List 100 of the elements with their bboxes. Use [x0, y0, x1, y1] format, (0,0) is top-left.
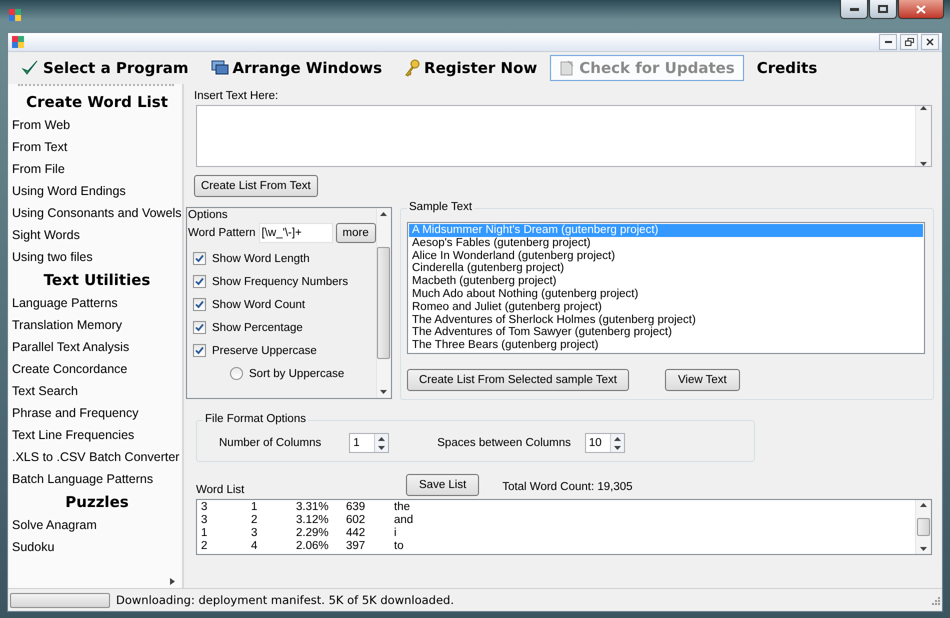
scroll-up-arrow-icon[interactable]	[614, 436, 621, 440]
app-icon	[8, 8, 22, 22]
maximize-icon	[878, 5, 888, 13]
sidebar-link[interactable]: Parallel Text Analysis	[12, 336, 182, 358]
sidebar-link[interactable]: From Text	[12, 136, 182, 158]
word-list-value: 3	[251, 527, 258, 540]
word-list-value: 3.31%	[296, 501, 330, 514]
field-label: Word Pattern	[188, 227, 256, 239]
scroll-down-arrow-icon[interactable]	[614, 446, 621, 450]
sidebar-link[interactable]: Create Concordance	[12, 358, 182, 380]
number-spinner[interactable]: 10	[584, 433, 625, 453]
sidebar-link[interactable]: Using Consonants and Vowels	[12, 202, 182, 224]
sidebar-link[interactable]: From Web	[12, 114, 182, 136]
sample-text-button[interactable]: View Text	[664, 369, 740, 391]
word-list-value: 1	[251, 501, 258, 514]
sidebar-link[interactable]: Sight Words	[12, 224, 182, 246]
sidebar-link[interactable]: Batch Language Patterns	[12, 468, 182, 490]
scroll-up-arrow-icon[interactable]	[378, 436, 386, 440]
close-button[interactable]	[921, 34, 939, 50]
checkbox[interactable]	[193, 275, 206, 288]
list-item[interactable]: The Adventures of Sherlock Holmes (gutenberg project)	[409, 314, 923, 326]
minimize-button[interactable]	[879, 34, 897, 50]
maximize-button[interactable]	[869, 0, 897, 19]
list-item[interactable]: Aesop's Fables (gutenberg project)	[409, 236, 923, 250]
list-item[interactable]: The Adventures of Tom Sawyer (gutenberg project)	[409, 326, 923, 340]
sidebar-link[interactable]: From File	[12, 158, 182, 180]
word-list-value: 4	[251, 540, 258, 553]
field-label: Spaces between Columns	[437, 437, 571, 449]
scroll-up-arrow-icon[interactable]	[920, 106, 927, 110]
word-list-value: 2.29%	[296, 527, 330, 540]
scrollbar-thumb[interactable]	[377, 247, 390, 359]
word-list-value: i	[394, 527, 398, 540]
option-label: Show Word Length	[212, 252, 310, 264]
word-list-value: 2	[251, 514, 258, 527]
sidebar-link[interactable]: Using two files	[12, 246, 182, 268]
number-spinner[interactable]: 1	[349, 433, 390, 453]
sidebar-link[interactable]: Phrase and Frequency	[12, 402, 182, 424]
scroll-down-arrow-icon[interactable]	[378, 446, 386, 450]
resize-grip-icon[interactable]	[930, 595, 940, 605]
sidebar-link[interactable]: Solve Anagram	[12, 514, 182, 536]
status-text: Downloading: deployment manifest. 5K of 5K downloaded.	[116, 593, 455, 607]
checkbox[interactable]	[193, 298, 206, 311]
group-title: File Format Options	[203, 413, 308, 425]
sidebar-link[interactable]: Using Word Endings	[12, 180, 182, 202]
minimize-button[interactable]	[840, 0, 868, 19]
list-item[interactable]: Much Ado about Nothing (gutenberg project)	[409, 288, 923, 301]
list-item[interactable]: Macbeth (gutenberg project)	[409, 275, 923, 288]
field-label: Word List	[196, 484, 246, 496]
sidebar-link[interactable]: Language Patterns	[12, 292, 182, 314]
option-label: Sort by Uppercase	[249, 368, 344, 380]
checkbox[interactable]	[193, 252, 206, 265]
scroll-down-arrow-icon[interactable]	[920, 547, 927, 551]
sidebar-link[interactable]: .XLS to .CSV Batch Converter	[12, 446, 182, 468]
sidebar-link[interactable]: Translation Memory	[12, 314, 182, 336]
word-list-value: 1	[201, 527, 208, 540]
minimize-icon	[850, 8, 858, 10]
scroll-up-arrow-icon[interactable]	[380, 212, 388, 216]
section-heading: Text Utilities	[42, 270, 152, 291]
word-list-value: the	[394, 501, 411, 514]
option-label: Show Frequency Numbers	[212, 276, 348, 288]
menu-item[interactable]: Select a Program	[12, 55, 198, 81]
checkbox[interactable]	[193, 321, 206, 334]
sidebar-link[interactable]: Sudoku	[12, 536, 182, 558]
pattern-input[interactable]: [\w_'\-]+	[258, 223, 333, 243]
word-list-value: 2.06%	[296, 540, 330, 553]
checkmark-icon	[21, 59, 39, 77]
list-item[interactable]: Cinderella (gutenberg project)	[409, 262, 923, 276]
menu-item[interactable]: Credits	[748, 55, 826, 81]
close-button[interactable]	[898, 0, 944, 19]
word-list-value: 3	[201, 501, 208, 514]
option-label: Show Word Count	[212, 298, 306, 310]
radio-button[interactable]	[230, 367, 243, 380]
sidebar-link[interactable]: Text Line Frequencies	[12, 424, 182, 446]
list-item[interactable]: Alice In Wonderland (gutenberg project)	[409, 250, 923, 262]
sidebar-link[interactable]: Text Search	[12, 380, 182, 402]
create-list-button[interactable]: Create List From Text	[194, 175, 318, 197]
menu-item[interactable]: Register Now	[395, 55, 546, 81]
checkbox[interactable]	[193, 344, 206, 357]
more-button[interactable]: more	[336, 223, 376, 243]
restore-icon	[904, 38, 914, 46]
save-list-button[interactable]: Save List	[406, 474, 480, 496]
scrollbar-thumb[interactable]	[917, 518, 930, 536]
scroll-down-arrow-icon[interactable]	[380, 390, 388, 394]
scroll-down-arrow-icon[interactable]	[920, 162, 927, 166]
scroll-up-arrow-icon[interactable]	[920, 503, 927, 507]
sample-text-button[interactable]: Create List From Selected sample Text	[407, 369, 629, 391]
word-list-value: 602	[346, 514, 366, 527]
field-label: Insert Text Here:	[194, 90, 280, 102]
sample-text-list[interactable]	[407, 222, 925, 354]
list-item[interactable]: The Three Bears (gutenberg project)	[409, 339, 923, 352]
app-icon	[11, 35, 25, 49]
word-list-value: 639	[346, 501, 366, 514]
group-title: Sample Text	[407, 201, 474, 213]
word-count-text: Total Word Count: 19,305	[502, 481, 633, 493]
word-list-area[interactable]: 3 1 3.31% 639 the 3 2 3.12% 602 and 1 3 2.29% 442 i 2 4 2.06% 397 to	[196, 499, 932, 555]
text-input-area[interactable]	[196, 105, 932, 167]
word-list-value: 397	[346, 540, 366, 553]
list-item[interactable]: Romeo and Juliet (gutenberg project)	[409, 300, 923, 314]
restore-button[interactable]	[900, 34, 918, 50]
menu-item[interactable]: Arrange Windows	[202, 55, 392, 81]
